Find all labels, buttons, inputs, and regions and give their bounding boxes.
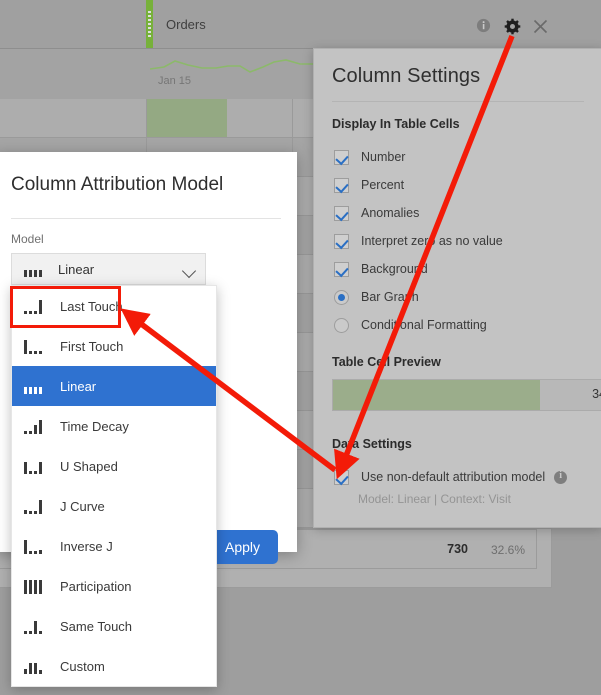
info-icon[interactable] xyxy=(554,470,568,484)
model-select-value: Linear xyxy=(58,261,95,277)
dropdown-item-custom[interactable]: Custom xyxy=(12,646,216,686)
dropdown-item-label: Custom xyxy=(60,658,105,674)
dropdown-item-first-touch[interactable]: First Touch xyxy=(12,326,216,366)
divider xyxy=(11,218,281,219)
summary-number: 730 xyxy=(447,542,468,556)
dropdown-item-last-touch[interactable]: Last Touch xyxy=(12,286,216,326)
drag-handle-dots[interactable] xyxy=(148,11,151,37)
checkbox-icon[interactable] xyxy=(334,261,349,277)
model-select[interactable]: Linear xyxy=(11,253,206,285)
preview-value: 34 xyxy=(592,387,601,401)
checkbox-icon[interactable] xyxy=(334,469,349,485)
last-touch-glyph-icon xyxy=(24,298,50,314)
column-settings-title: Column Settings xyxy=(332,65,481,87)
gear-icon[interactable] xyxy=(504,18,521,35)
dropdown-item-same-touch[interactable]: Same Touch xyxy=(12,606,216,646)
first-touch-glyph-icon xyxy=(24,338,50,354)
checkbox-icon[interactable] xyxy=(334,149,349,165)
same-touch-glyph-icon xyxy=(24,618,50,634)
dropdown-item-label: Participation xyxy=(60,578,132,594)
checkbox-row-interpret-zero[interactable]: Interpret zero as no value xyxy=(334,231,503,251)
time-decay-glyph-icon xyxy=(24,418,50,434)
inverse-j-glyph-icon xyxy=(24,538,50,554)
u-shaped-glyph-icon xyxy=(24,458,50,474)
column-header-orders[interactable]: Orders xyxy=(153,0,206,48)
summary-percent: 32.6% xyxy=(490,543,525,557)
preview-bar-fill xyxy=(333,380,541,410)
model-dropdown-list[interactable]: Last Touch First Touch Linear Time Decay xyxy=(11,285,217,687)
column-settings-panel: Column Settings Display In Table Cells N… xyxy=(313,48,601,528)
dropdown-item-label: Same Touch xyxy=(60,618,133,634)
apply-button[interactable]: Apply xyxy=(207,530,278,564)
column-header-label: Orders xyxy=(166,16,206,32)
radio-icon[interactable] xyxy=(334,289,349,305)
linear-glyph-icon xyxy=(24,378,50,394)
model-field-label: Model xyxy=(11,232,44,246)
radio-row-bar-graph[interactable]: Bar Graph xyxy=(334,287,419,307)
attribution-hint: Model: Linear | Context: Visit xyxy=(358,492,511,506)
checkbox-icon[interactable] xyxy=(334,177,349,193)
checkbox-row-number[interactable]: Number xyxy=(334,147,405,167)
data-settings-section-label: Data Settings xyxy=(332,437,412,451)
dropdown-item-inverse-j[interactable]: Inverse J xyxy=(12,526,216,566)
checkbox-label: Interpret zero as no value xyxy=(361,234,503,248)
header-actions xyxy=(476,18,548,35)
chevron-down-icon[interactable] xyxy=(181,263,197,279)
dropdown-item-label: Inverse J xyxy=(60,538,113,554)
checkbox-label: Percent xyxy=(361,178,405,192)
divider xyxy=(332,101,584,102)
radio-row-conditional-formatting[interactable]: Conditional Formatting xyxy=(334,315,487,335)
checkbox-row-use-non-default-attribution[interactable]: Use non-default attribution model xyxy=(334,467,568,487)
dropdown-item-label: J Curve xyxy=(60,498,105,514)
dropdown-item-label: U Shaped xyxy=(60,458,118,474)
checkbox-icon[interactable] xyxy=(334,233,349,249)
checkbox-label: Number xyxy=(361,150,406,164)
checkbox-label: Background xyxy=(361,262,428,276)
column-accent-marker xyxy=(146,0,153,48)
table-cell-preview: 34 xyxy=(332,379,601,411)
radio-label: Conditional Formatting xyxy=(361,318,487,332)
checkbox-label: Use non-default attribution model xyxy=(361,470,546,484)
checkbox-label: Anomalies xyxy=(361,206,420,220)
info-icon[interactable] xyxy=(476,18,491,33)
checkbox-row-background[interactable]: Background xyxy=(334,259,428,279)
dropdown-item-label: First Touch xyxy=(60,338,124,354)
participation-glyph-icon xyxy=(24,578,50,594)
close-icon[interactable] xyxy=(532,18,548,34)
dropdown-item-label: Linear xyxy=(60,378,97,394)
radio-icon[interactable] xyxy=(334,317,349,333)
sparkline-axis-label: Jan 15 xyxy=(158,75,192,87)
dropdown-item-linear[interactable]: Linear xyxy=(12,366,216,406)
j-curve-glyph-icon xyxy=(24,498,50,514)
dropdown-item-u-shaped[interactable]: U Shaped xyxy=(12,446,216,486)
screen-root: Orders Jan 15 730 32.6% Column Settings … xyxy=(0,0,601,695)
dropdown-item-participation[interactable]: Participation xyxy=(12,566,216,606)
checkbox-row-anomalies[interactable]: Anomalies xyxy=(334,203,419,223)
cell-bar xyxy=(147,99,227,137)
dropdown-item-label: Last Touch xyxy=(60,298,123,314)
custom-glyph-icon xyxy=(24,658,50,674)
checkbox-row-percent[interactable]: Percent xyxy=(334,175,404,195)
dropdown-item-label: Time Decay xyxy=(60,418,129,434)
dropdown-item-j-curve[interactable]: J Curve xyxy=(12,486,216,526)
linear-glyph-icon xyxy=(24,261,50,277)
display-section-label: Display In Table Cells xyxy=(332,117,460,131)
radio-label: Bar Graph xyxy=(361,290,419,304)
checkbox-icon[interactable] xyxy=(334,205,349,221)
dropdown-item-time-decay[interactable]: Time Decay xyxy=(12,406,216,446)
preview-section-label: Table Cell Preview xyxy=(332,355,441,369)
dialog-title: Column Attribution Model xyxy=(11,174,224,195)
